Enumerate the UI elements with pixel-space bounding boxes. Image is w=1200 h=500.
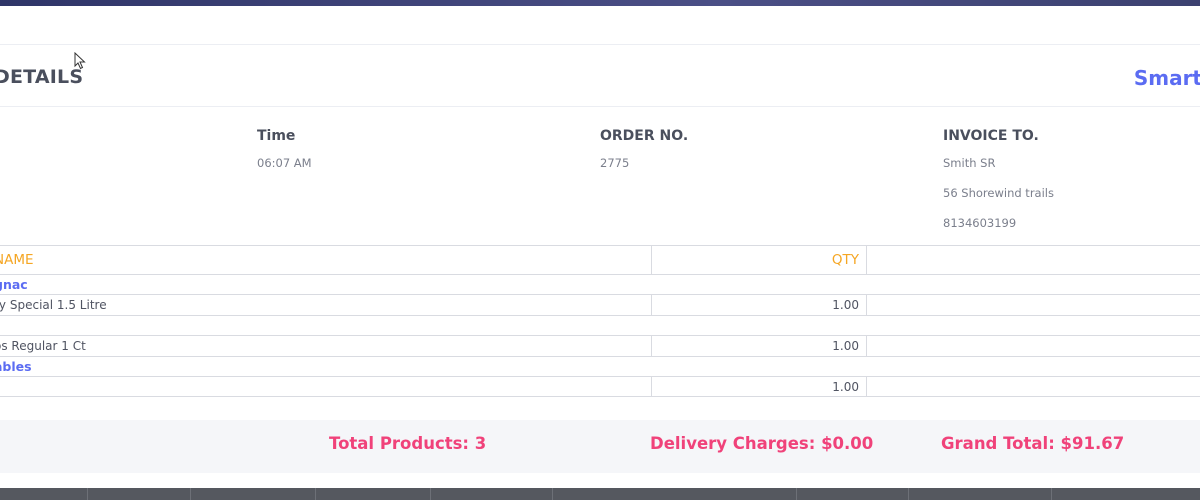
invoice-phone: 8134603199 [943, 216, 1017, 230]
bottom-divider [315, 488, 316, 500]
invoice-customer-name: Smith SR [943, 156, 996, 170]
item-name [0, 377, 651, 396]
table-header-row: NAME QTY [0, 245, 1200, 274]
item-extra-cell [866, 377, 1200, 396]
table-row: ry Special 1.5 Litre 1.00 [0, 294, 1200, 315]
bottom-table-edge [0, 488, 1200, 500]
brand-logo: Smart [1133, 66, 1200, 90]
column-header-name: NAME [0, 252, 34, 268]
header-divider [0, 106, 1200, 107]
order-number-block: ORDER NO. 2775 [600, 128, 688, 178]
column-header-qty: QTY [651, 246, 866, 274]
page-title: DETAILS [0, 66, 84, 88]
delivery-charges: Delivery Charges: $0.00 [650, 434, 874, 453]
category-name: gnac [0, 277, 28, 292]
total-products: Total Products: 3 [329, 434, 487, 453]
category-row: gnac [0, 274, 1200, 294]
bottom-divider [552, 488, 553, 500]
top-divider [0, 44, 1200, 45]
time-value: 06:07 AM [257, 156, 312, 170]
invoice-address: 56 Shorewind trails [943, 186, 1054, 200]
time-block: Time 06:07 AM [257, 128, 312, 178]
item-extra-cell [866, 336, 1200, 356]
item-extra-cell [866, 295, 1200, 315]
bottom-divider [430, 488, 431, 500]
top-accent-bar [0, 0, 1200, 6]
item-qty: 1.00 [651, 295, 866, 315]
grand-total: Grand Total: $91.67 [941, 434, 1125, 453]
totals-bar: Total Products: 3 Delivery Charges: $0.0… [0, 420, 1200, 473]
category-name: ables [0, 359, 32, 374]
table-row: 1.00 [0, 376, 1200, 397]
item-qty: 1.00 [651, 377, 866, 396]
column-header-empty [866, 246, 1200, 274]
invoice-to-label: INVOICE TO. [943, 128, 1039, 144]
item-qty: 1.00 [651, 336, 866, 356]
item-name: os Regular 1 Ct [0, 339, 86, 353]
invoice-to-block: INVOICE TO. Smith SR 56 Shorewind trails… [943, 128, 1054, 238]
order-items-table: NAME QTY gnac ry Special 1.5 Litre 1.00 … [0, 245, 1200, 397]
bottom-divider [190, 488, 191, 500]
item-name: ry Special 1.5 Litre [0, 298, 107, 312]
order-number-label: ORDER NO. [600, 128, 689, 144]
bottom-divider [796, 488, 797, 500]
bottom-divider [1051, 488, 1052, 500]
category-row: ables [0, 356, 1200, 376]
spacer-row [0, 315, 1200, 335]
time-label: Time [257, 128, 296, 144]
mouse-cursor-icon [74, 52, 86, 70]
table-row: os Regular 1 Ct 1.00 [0, 335, 1200, 356]
bottom-divider [87, 488, 88, 500]
order-number-value: 2775 [600, 156, 630, 170]
bottom-divider [908, 488, 909, 500]
